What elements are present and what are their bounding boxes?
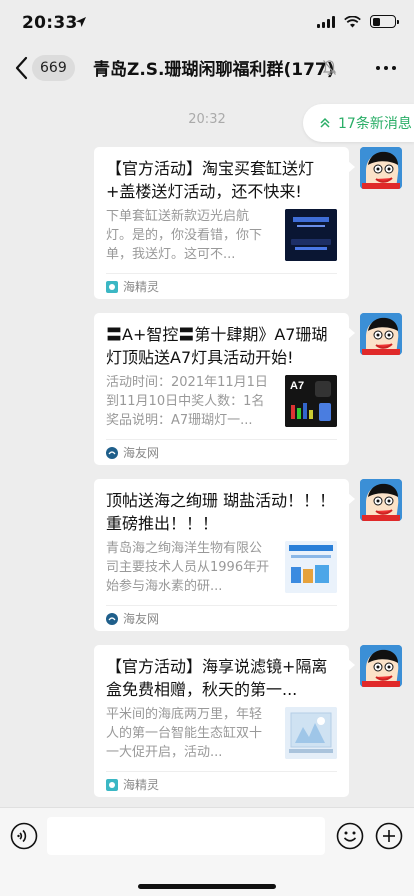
status-time: 20:33 — [22, 13, 78, 33]
wifi-icon — [344, 15, 361, 27]
card-thumbnail: A7 — [285, 375, 337, 427]
link-card[interactable]: 〓A+智控〓第十肆期》A7珊瑚灯顶贴送A7灯具活动开始! 活动时间：2021年1… — [94, 313, 355, 465]
avatar[interactable] — [360, 313, 402, 355]
avatar[interactable] — [360, 479, 402, 521]
card-thumbnail — [285, 707, 337, 759]
link-card[interactable]: 顶帖送海之绚珊 瑚盐活动！！！ 重磅推出！！！ 青岛海之绚海洋生物有限公司主要技… — [94, 479, 355, 631]
card-title: 【官方活动】淘宝买套缸送灯+盖楼送灯活动，还不快来! — [106, 159, 315, 201]
card-source: 海精灵 — [106, 771, 337, 797]
status-bar: 20:33 — [0, 0, 414, 46]
card-source-name: 海友网 — [123, 612, 160, 626]
voice-input-icon[interactable] — [10, 822, 38, 850]
message-input[interactable] — [47, 817, 325, 855]
battery-icon — [370, 15, 399, 28]
card-title: 【官方活动】海享说滤镜+隔离盒免费相赠，秋天的第一... — [106, 657, 328, 699]
link-card[interactable]: 【官方活动】海享说滤镜+隔离盒免费相赠，秋天的第一... 平米间的海底两万里，年… — [94, 645, 355, 797]
card-title: 〓A+智控〓第十肆期》A7珊瑚灯顶贴送A7灯具活动开始! — [106, 325, 328, 367]
new-messages-label: 17条新消息 — [338, 116, 412, 132]
haijingling-icon — [106, 778, 118, 791]
card-thumbnail — [285, 209, 337, 261]
card-source-name: 海精灵 — [123, 280, 160, 294]
emoji-icon[interactable] — [336, 822, 364, 850]
status-icons — [317, 15, 399, 28]
card-description: 下单套缸送新款迈光启航灯。是的，你没看错，你下单，我送灯。这可不... — [106, 209, 263, 262]
card-source-name: 海友网 — [123, 446, 160, 460]
location-arrow-icon — [76, 17, 86, 27]
nav-bar: 669 青岛Z.S.珊瑚闲聊福利群(177) — [0, 46, 414, 90]
haiyouwang-icon — [106, 612, 118, 625]
card-source: 海友网 — [106, 439, 337, 465]
thumbnail-label: A7 — [290, 380, 305, 392]
input-bar — [0, 807, 414, 896]
card-title: 顶帖送海之绚珊 瑚盐活动！！！ 重磅推出！！！ — [106, 491, 336, 533]
mute-bell-icon — [322, 60, 337, 76]
back-arrow-icon[interactable] — [14, 56, 28, 80]
card-source: 海精灵 — [106, 273, 337, 299]
haijingling-icon — [106, 280, 118, 293]
card-source: 海友网 — [106, 605, 337, 631]
card-description: 活动时间：2021年11月1日到11月10日中奖人数：1名奖品说明：A7珊瑚灯一… — [106, 375, 268, 428]
add-attachment-icon[interactable] — [375, 822, 403, 850]
card-description: 平米间的海底两万里，年轻人的第一台智能生态缸双十一大促开启，活动... — [106, 707, 263, 760]
chat-title: 青岛Z.S.珊瑚闲聊福利群(177) — [93, 60, 335, 80]
avatar[interactable] — [360, 147, 402, 189]
link-card[interactable]: 【官方活动】淘宝买套缸送灯+盖楼送灯活动，还不快来! 下单套缸送新款迈光启航灯。… — [94, 147, 355, 299]
double-chevron-up-icon — [320, 117, 330, 128]
haiyouwang-icon — [106, 446, 118, 459]
home-indicator — [138, 884, 276, 889]
unread-count-badge[interactable]: 669 — [32, 55, 75, 81]
card-source-name: 海精灵 — [123, 778, 160, 792]
more-options-icon[interactable] — [376, 66, 396, 70]
card-description: 青岛海之绚海洋生物有限公司主要技术人员从1996年开始参与海水素的研... — [106, 541, 270, 594]
card-thumbnail — [285, 541, 337, 593]
new-messages-button[interactable]: 17条新消息 — [303, 104, 414, 142]
avatar[interactable] — [360, 645, 402, 687]
cellular-signal-icon — [317, 15, 335, 28]
battery-fill — [372, 17, 380, 26]
